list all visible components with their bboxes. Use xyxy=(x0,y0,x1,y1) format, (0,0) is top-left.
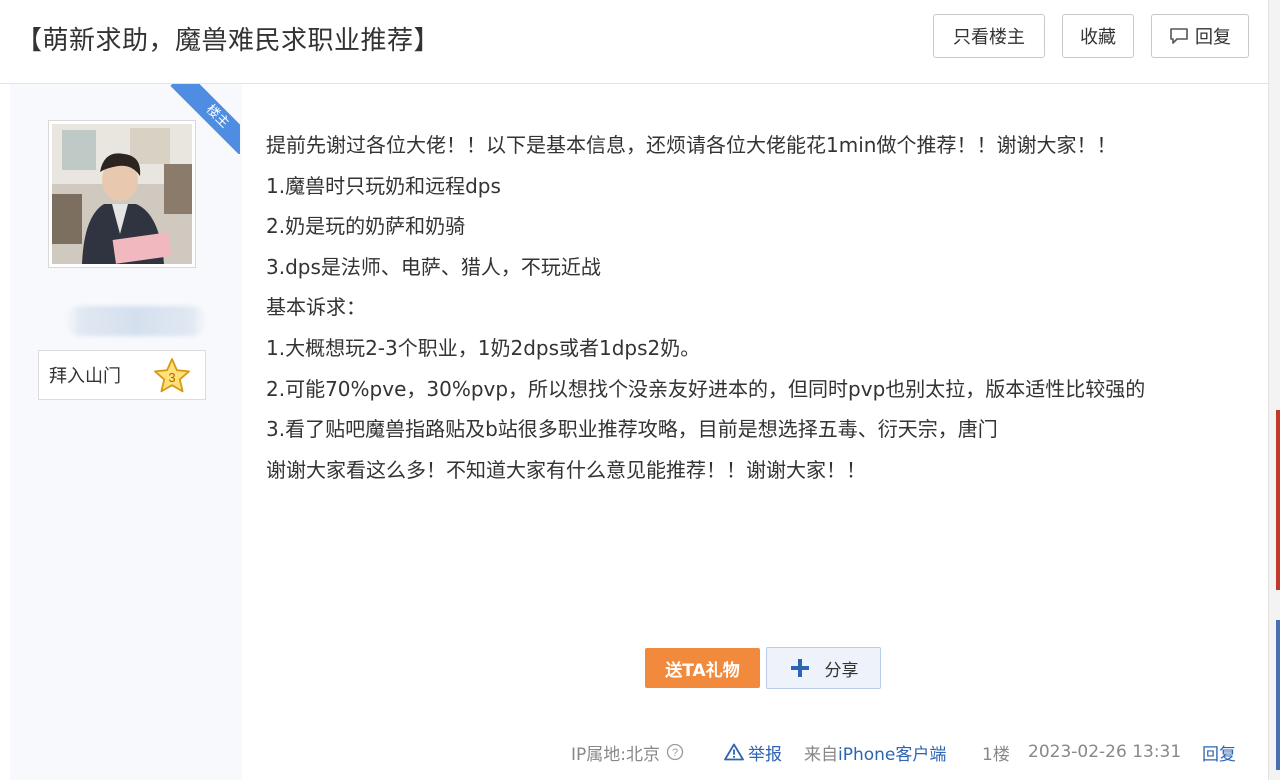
post-line: 基本诉求： xyxy=(266,295,366,320)
share-label: 分享 xyxy=(824,660,859,681)
post-line: 1.魔兽时只玩奶和远程dps xyxy=(266,173,501,198)
favorite-button[interactable]: 收藏 xyxy=(1062,14,1134,58)
share-button[interactable]: 分享 xyxy=(766,647,881,689)
ip-location-label: IP属地:北京 xyxy=(571,744,660,765)
post-line: 2.奶是玩的奶萨和奶骑 xyxy=(266,214,466,239)
floor-reply-link[interactable]: 回复 xyxy=(1202,738,1236,766)
report-label: 举报 xyxy=(748,744,782,765)
follow-button[interactable]: 拜入山门 3 xyxy=(38,350,206,400)
question-circle-icon[interactable]: ? xyxy=(666,743,684,761)
op-badge-label: 楼主 xyxy=(170,84,240,154)
side-banner-edge xyxy=(1276,620,1280,770)
side-banner-edge xyxy=(1276,410,1280,590)
level-number: 3 xyxy=(168,370,175,385)
post-source: 来自 iPhone客户端 xyxy=(804,738,946,766)
floor-number: 1楼 xyxy=(982,744,1010,765)
plus-icon xyxy=(790,659,809,677)
post-line: 1.大概想玩2-3个职业，1奶2dps或者1dps2奶。 xyxy=(266,335,701,360)
thread-title: 【萌新求助，魔兽难民求职业推荐】 xyxy=(16,26,441,56)
follow-label: 拜入山门 xyxy=(49,366,121,387)
reply-button[interactable]: 回复 xyxy=(1151,14,1249,58)
post-line: 谢谢大家看这么多！不知道大家有什么意见能推荐！！谢谢大家！！ xyxy=(266,457,866,482)
post-timestamp: 2023-02-26 13:31 xyxy=(1028,742,1182,762)
only-op-button[interactable]: 只看楼主 xyxy=(933,14,1045,58)
ip-location: IP属地:北京 ? xyxy=(571,738,684,766)
level-star-icon: 3 xyxy=(154,358,190,393)
send-gift-button[interactable]: 送TA礼物 xyxy=(645,648,760,688)
svg-text:?: ? xyxy=(672,747,678,759)
warning-icon xyxy=(724,743,744,761)
source-prefix: 来自 xyxy=(804,744,838,765)
source-device-link[interactable]: iPhone客户端 xyxy=(838,740,946,765)
report-link[interactable]: 举报 xyxy=(724,738,782,766)
post-line: 2.可能70%pve，30%pvp，所以想找个没亲友好进本的，但同时pvp也别太… xyxy=(266,376,1146,401)
post-line: 3.看了贴吧魔兽指路贴及b站很多职业推荐攻略，目前是想选择五毒、衍天宗，唐门 xyxy=(266,417,998,442)
post-body: 提前先谢过各位大佬！！以下是基本信息，还烦请各位大佬能花1min做个推荐！！谢谢… xyxy=(266,125,1226,490)
op-badge: 楼主 xyxy=(170,84,240,154)
post-line: 3.dps是法师、电萨、猎人，不玩近战 xyxy=(266,254,601,279)
reply-button-label: 回复 xyxy=(1195,27,1231,48)
username-redacted xyxy=(66,306,206,336)
post-line: 提前先谢过各位大佬！！以下是基本信息，还烦请各位大佬能花1min做个推荐！！谢谢… xyxy=(266,133,1117,157)
thread-header: 【萌新求助，魔兽难民求职业推荐】 只看楼主 收藏 回复 xyxy=(0,0,1268,84)
comment-icon xyxy=(1170,28,1188,44)
